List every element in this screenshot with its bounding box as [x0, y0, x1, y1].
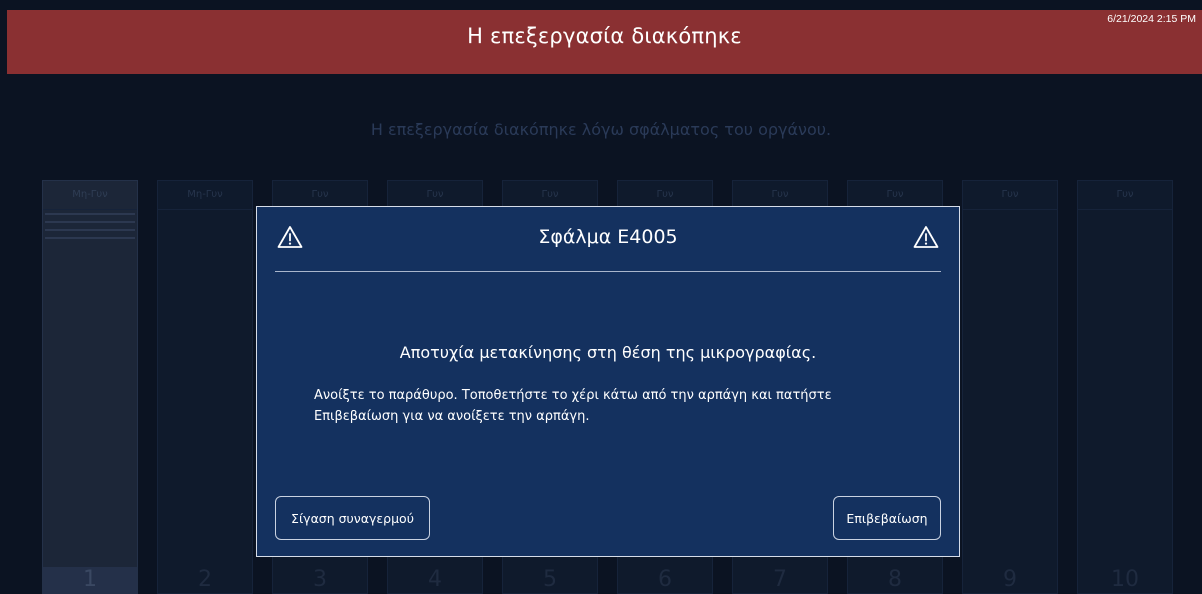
dialog-title: Σφάλμα E4005 [538, 226, 678, 248]
warning-icon [913, 226, 939, 248]
screen: Η επεξεργασία διακόπηκε 6/21/2024 2:15 P… [0, 0, 1202, 594]
slot-status: Μη-Γυν [158, 181, 252, 210]
background-status-message: Η επεξεργασία διακόπηκε λόγω σφάλματος τ… [370, 120, 832, 139]
slot-1: Μη-Γυν 1 [42, 180, 138, 594]
slot-9: Γυν 9 [962, 180, 1058, 594]
dialog-header: Σφάλμα E4005 [275, 207, 941, 272]
slot-number: 3 [313, 567, 327, 592]
slot-number: 2 [198, 567, 212, 592]
timestamp: 6/21/2024 2:15 PM [1107, 13, 1196, 25]
error-instructions: Ανοίξτε το παράθυρο. Τοποθετήστε το χέρι… [314, 388, 832, 424]
confirm-button[interactable]: Επιβεβαίωση [833, 496, 941, 540]
slot-number: 7 [773, 567, 787, 592]
slot-number: 6 [658, 567, 672, 592]
slot-2: Μη-Γυν 2 [157, 180, 253, 594]
slot-sample-lines [45, 213, 135, 243]
slot-status: Γυν [963, 181, 1057, 210]
slot-status: Μη-Γυν [43, 181, 137, 210]
slot-number: 10 [1111, 567, 1139, 592]
slot-number: 4 [428, 567, 442, 592]
slot-number: 5 [543, 567, 557, 592]
silence-alarm-button[interactable]: Σίγαση συναγερμού [275, 496, 430, 540]
header-bar: Η επεξεργασία διακόπηκε 6/21/2024 2:15 P… [7, 10, 1202, 74]
slot-10: Γυν 10 [1077, 180, 1173, 594]
slot-number: 1 [43, 567, 137, 594]
error-dialog: Σφάλμα E4005 Αποτυχία μετακίνησης στη θέ… [256, 206, 960, 557]
slot-status: Γυν [1078, 181, 1172, 210]
slot-number: 8 [888, 567, 902, 592]
slot-number: 9 [1003, 567, 1017, 592]
error-heading: Αποτυχία μετακίνησης στη θέση της μικρογ… [399, 343, 817, 362]
page-title: Η επεξεργασία διακόπηκε [467, 24, 742, 48]
